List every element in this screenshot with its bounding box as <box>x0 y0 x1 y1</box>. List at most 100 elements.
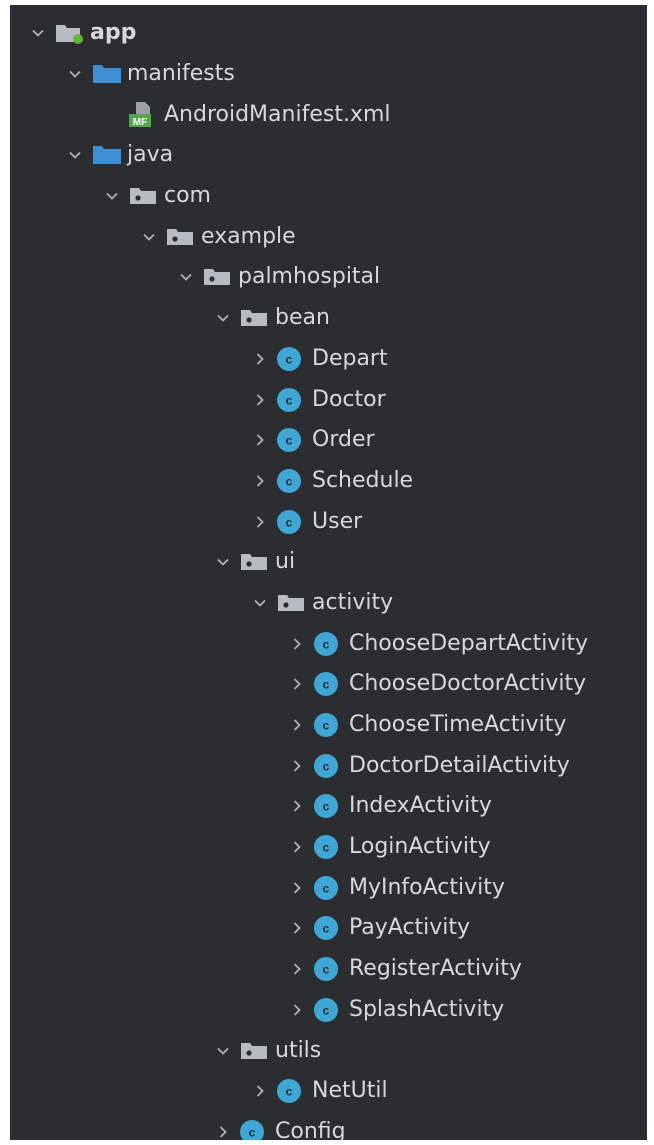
tree-item[interactable]: manifests <box>10 54 647 95</box>
tree-item[interactable]: c Depart <box>10 339 647 380</box>
class-icon: c <box>313 827 349 867</box>
tree-item[interactable]: activity <box>10 583 647 624</box>
class-icon: c <box>313 908 349 948</box>
tree-item-label: Doctor <box>312 386 386 412</box>
tree-item[interactable]: utils <box>10 1030 647 1071</box>
class-icon: c <box>313 949 349 989</box>
chevron-down-icon[interactable] <box>133 217 165 257</box>
chevron-right-icon[interactable] <box>244 461 276 501</box>
svg-text:c: c <box>323 800 330 814</box>
svg-text:c: c <box>323 759 330 773</box>
tree-item[interactable]: c Order <box>10 420 647 461</box>
class-icon: c <box>276 380 312 420</box>
tree-item[interactable]: com <box>10 176 647 217</box>
tree-item-label: User <box>312 508 363 534</box>
chevron-right-icon[interactable] <box>244 339 276 379</box>
tree-item[interactable]: c IndexActivity <box>10 786 647 827</box>
chevron-right-icon[interactable] <box>281 949 313 989</box>
source-folder-icon <box>91 135 127 175</box>
tree-item[interactable]: example <box>10 216 647 257</box>
svg-text:c: c <box>323 678 330 692</box>
package-icon <box>128 176 164 216</box>
class-icon: c <box>276 420 312 460</box>
chevron-down-icon[interactable] <box>22 13 54 53</box>
tree-item-label: ChooseDoctorActivity <box>349 671 587 697</box>
chevron-right-icon[interactable] <box>244 380 276 420</box>
tree-item[interactable]: app <box>10 13 647 54</box>
tree-item-label: palmhospital <box>238 264 381 290</box>
tree-item-label: com <box>164 183 211 209</box>
chevron-right-icon[interactable] <box>281 664 313 704</box>
package-icon <box>276 583 312 623</box>
svg-text:c: c <box>323 922 330 936</box>
chevron-right-icon[interactable] <box>207 1112 239 1140</box>
chevron-down-icon[interactable] <box>59 54 91 94</box>
tree-item-label: bean <box>275 305 330 331</box>
tree-item[interactable]: c ChooseTimeActivity <box>10 705 647 746</box>
tree-item[interactable]: bean <box>10 298 647 339</box>
chevron-right-icon[interactable] <box>281 705 313 745</box>
chevron-down-icon[interactable] <box>96 176 128 216</box>
svg-text:c: c <box>286 352 293 366</box>
package-icon <box>165 217 201 257</box>
tree-item-label: Config <box>275 1118 346 1140</box>
chevron-down-icon[interactable] <box>207 1031 239 1071</box>
chevron-down-icon[interactable] <box>207 542 239 582</box>
svg-text:c: c <box>286 474 293 488</box>
tree-item[interactable]: palmhospital <box>10 257 647 298</box>
tree-item[interactable]: c ChooseDepartActivity <box>10 623 647 664</box>
folder-icon <box>91 54 127 94</box>
tree-item[interactable]: c ChooseDoctorActivity <box>10 664 647 705</box>
tree-item-label: app <box>90 20 137 46</box>
chevron-right-icon[interactable] <box>281 990 313 1030</box>
tree-item[interactable]: c NetUtil <box>10 1071 647 1112</box>
package-icon <box>239 1031 275 1071</box>
chevron-right-icon[interactable] <box>281 827 313 867</box>
chevron-right-icon[interactable] <box>281 624 313 664</box>
tree-item[interactable]: c Config <box>10 1112 647 1140</box>
chevron-down-icon[interactable] <box>207 298 239 338</box>
chevron-down-icon[interactable] <box>244 583 276 623</box>
tree-item-label: MyInfoActivity <box>349 874 505 900</box>
tree-item[interactable]: MF AndroidManifest.xml <box>10 94 647 135</box>
tree-item[interactable]: c MyInfoActivity <box>10 867 647 908</box>
class-icon: c <box>276 1071 312 1111</box>
chevron-right-icon[interactable] <box>244 1071 276 1111</box>
project-tree: app manifests MF AndroidManifest.xml java com… <box>10 13 647 1140</box>
chevron-right-icon[interactable] <box>281 868 313 908</box>
tree-item-label: IndexActivity <box>349 793 492 819</box>
tree-item[interactable]: c DoctorDetailActivity <box>10 745 647 786</box>
tree-item-label: LoginActivity <box>349 834 491 860</box>
package-icon <box>202 257 238 297</box>
package-icon <box>239 298 275 338</box>
tree-item[interactable]: c PayActivity <box>10 908 647 949</box>
tree-item-label: RegisterActivity <box>349 956 522 982</box>
chevron-down-icon[interactable] <box>59 135 91 175</box>
tree-item-label: Depart <box>312 345 388 371</box>
tree-item[interactable]: c RegisterActivity <box>10 949 647 990</box>
tree-item-label: ChooseTimeActivity <box>349 712 567 738</box>
svg-text:c: c <box>323 719 330 733</box>
tree-item[interactable]: ui <box>10 542 647 583</box>
chevron-right-icon[interactable] <box>244 420 276 460</box>
chevron-right-icon[interactable] <box>281 908 313 948</box>
tree-item[interactable]: c Schedule <box>10 461 647 502</box>
svg-text:MF: MF <box>133 117 147 128</box>
chevron-right-icon[interactable] <box>244 502 276 542</box>
tree-item[interactable]: c Doctor <box>10 379 647 420</box>
tree-item-label: Order <box>312 427 375 453</box>
class-icon: c <box>276 339 312 379</box>
tree-item-label: Schedule <box>312 467 414 493</box>
svg-text:c: c <box>323 963 330 977</box>
tree-item[interactable]: c User <box>10 501 647 542</box>
chevron-down-icon[interactable] <box>170 257 202 297</box>
tree-item[interactable]: c SplashActivity <box>10 990 647 1031</box>
chevron-right-icon[interactable] <box>281 746 313 786</box>
svg-text:c: c <box>286 393 293 407</box>
tree-item[interactable]: java <box>10 135 647 176</box>
class-icon: c <box>276 461 312 501</box>
chevron-right-icon[interactable] <box>281 786 313 826</box>
tree-item[interactable]: c LoginActivity <box>10 827 647 868</box>
tree-item-label: example <box>201 223 296 249</box>
tree-item-label: manifests <box>127 61 235 87</box>
